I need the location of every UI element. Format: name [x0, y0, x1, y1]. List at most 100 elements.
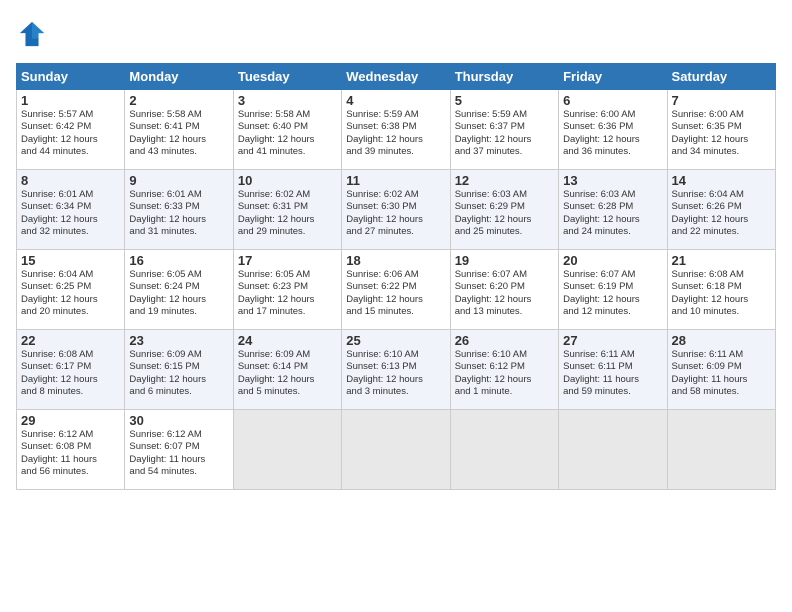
day-info: Sunrise: 6:03 AM — [563, 189, 662, 201]
calendar-cell: 8Sunrise: 6:01 AMSunset: 6:34 PMDaylight… — [17, 170, 125, 250]
day-info: and 3 minutes. — [346, 386, 445, 398]
day-info: and 43 minutes. — [129, 146, 228, 158]
day-info: Sunrise: 6:00 AM — [672, 109, 771, 121]
day-info: Daylight: 11 hours — [563, 374, 662, 386]
day-number: 11 — [346, 173, 445, 188]
day-number: 7 — [672, 93, 771, 108]
calendar-cell: 22Sunrise: 6:08 AMSunset: 6:17 PMDayligh… — [17, 330, 125, 410]
day-info: and 59 minutes. — [563, 386, 662, 398]
day-info: Sunrise: 6:04 AM — [21, 269, 120, 281]
day-number: 25 — [346, 333, 445, 348]
day-info: Daylight: 11 hours — [21, 454, 120, 466]
day-info: Sunset: 6:18 PM — [672, 281, 771, 293]
day-info: Daylight: 12 hours — [238, 214, 337, 226]
calendar-cell: 16Sunrise: 6:05 AMSunset: 6:24 PMDayligh… — [125, 250, 233, 330]
day-info: Sunset: 6:12 PM — [455, 361, 554, 373]
day-info: Sunrise: 6:10 AM — [455, 349, 554, 361]
day-info: Sunrise: 6:01 AM — [129, 189, 228, 201]
day-info: and 41 minutes. — [238, 146, 337, 158]
day-info: Sunrise: 5:57 AM — [21, 109, 120, 121]
day-info: Sunrise: 6:05 AM — [238, 269, 337, 281]
day-info: Sunset: 6:11 PM — [563, 361, 662, 373]
day-number: 17 — [238, 253, 337, 268]
day-info: Daylight: 12 hours — [21, 374, 120, 386]
day-info: Daylight: 12 hours — [238, 294, 337, 306]
day-info: Daylight: 12 hours — [672, 134, 771, 146]
day-info: Sunrise: 6:07 AM — [563, 269, 662, 281]
day-number: 21 — [672, 253, 771, 268]
day-number: 24 — [238, 333, 337, 348]
day-info: Sunrise: 6:08 AM — [672, 269, 771, 281]
day-info: Daylight: 12 hours — [129, 134, 228, 146]
calendar-cell: 10Sunrise: 6:02 AMSunset: 6:31 PMDayligh… — [233, 170, 341, 250]
day-info: and 44 minutes. — [21, 146, 120, 158]
day-info: and 37 minutes. — [455, 146, 554, 158]
day-number: 10 — [238, 173, 337, 188]
day-info: Sunrise: 6:11 AM — [672, 349, 771, 361]
day-info: Daylight: 12 hours — [563, 294, 662, 306]
day-info: Daylight: 12 hours — [346, 214, 445, 226]
day-info: Sunrise: 6:04 AM — [672, 189, 771, 201]
day-info: and 34 minutes. — [672, 146, 771, 158]
day-info: Daylight: 12 hours — [455, 294, 554, 306]
day-info: and 22 minutes. — [672, 226, 771, 238]
day-info: Sunrise: 6:10 AM — [346, 349, 445, 361]
calendar-cell: 14Sunrise: 6:04 AMSunset: 6:26 PMDayligh… — [667, 170, 775, 250]
day-info: and 20 minutes. — [21, 306, 120, 318]
weekday-header-sunday: Sunday — [17, 64, 125, 90]
calendar-cell: 15Sunrise: 6:04 AMSunset: 6:25 PMDayligh… — [17, 250, 125, 330]
day-info: and 25 minutes. — [455, 226, 554, 238]
day-info: Sunrise: 6:01 AM — [21, 189, 120, 201]
day-number: 22 — [21, 333, 120, 348]
calendar-cell — [559, 410, 667, 490]
day-number: 3 — [238, 93, 337, 108]
day-number: 28 — [672, 333, 771, 348]
day-number: 19 — [455, 253, 554, 268]
calendar-cell: 19Sunrise: 6:07 AMSunset: 6:20 PMDayligh… — [450, 250, 558, 330]
day-info: Sunset: 6:26 PM — [672, 201, 771, 213]
day-info: Sunrise: 6:08 AM — [21, 349, 120, 361]
day-info: Daylight: 12 hours — [238, 374, 337, 386]
day-info: Sunset: 6:31 PM — [238, 201, 337, 213]
calendar-cell: 18Sunrise: 6:06 AMSunset: 6:22 PMDayligh… — [342, 250, 450, 330]
weekday-header-thursday: Thursday — [450, 64, 558, 90]
day-info: Sunset: 6:33 PM — [129, 201, 228, 213]
day-info: Sunrise: 6:12 AM — [21, 429, 120, 441]
day-info: Sunrise: 5:58 AM — [129, 109, 228, 121]
day-number: 26 — [455, 333, 554, 348]
day-info: Daylight: 11 hours — [672, 374, 771, 386]
calendar-cell — [233, 410, 341, 490]
day-info: Daylight: 12 hours — [672, 294, 771, 306]
calendar-cell: 9Sunrise: 6:01 AMSunset: 6:33 PMDaylight… — [125, 170, 233, 250]
day-number: 8 — [21, 173, 120, 188]
calendar-cell: 6Sunrise: 6:00 AMSunset: 6:36 PMDaylight… — [559, 90, 667, 170]
calendar-cell: 25Sunrise: 6:10 AMSunset: 6:13 PMDayligh… — [342, 330, 450, 410]
weekday-header-friday: Friday — [559, 64, 667, 90]
day-info: Daylight: 12 hours — [455, 214, 554, 226]
day-number: 5 — [455, 93, 554, 108]
day-info: Sunrise: 5:59 AM — [346, 109, 445, 121]
day-info: Sunset: 6:40 PM — [238, 121, 337, 133]
day-info: and 10 minutes. — [672, 306, 771, 318]
day-info: Sunset: 6:35 PM — [672, 121, 771, 133]
day-info: Sunset: 6:14 PM — [238, 361, 337, 373]
day-info: Daylight: 12 hours — [238, 134, 337, 146]
calendar-cell: 17Sunrise: 6:05 AMSunset: 6:23 PMDayligh… — [233, 250, 341, 330]
day-info: Sunrise: 5:58 AM — [238, 109, 337, 121]
day-number: 6 — [563, 93, 662, 108]
day-info: Sunset: 6:30 PM — [346, 201, 445, 213]
day-info: Daylight: 12 hours — [21, 134, 120, 146]
day-info: and 15 minutes. — [346, 306, 445, 318]
weekday-header-monday: Monday — [125, 64, 233, 90]
day-number: 20 — [563, 253, 662, 268]
calendar-cell: 21Sunrise: 6:08 AMSunset: 6:18 PMDayligh… — [667, 250, 775, 330]
day-info: Sunset: 6:13 PM — [346, 361, 445, 373]
day-info: Sunset: 6:19 PM — [563, 281, 662, 293]
weekday-header-saturday: Saturday — [667, 64, 775, 90]
day-info: and 17 minutes. — [238, 306, 337, 318]
day-info: and 24 minutes. — [563, 226, 662, 238]
day-info: Daylight: 12 hours — [346, 294, 445, 306]
weekday-header-wednesday: Wednesday — [342, 64, 450, 90]
day-info: and 29 minutes. — [238, 226, 337, 238]
day-info: Sunset: 6:08 PM — [21, 441, 120, 453]
